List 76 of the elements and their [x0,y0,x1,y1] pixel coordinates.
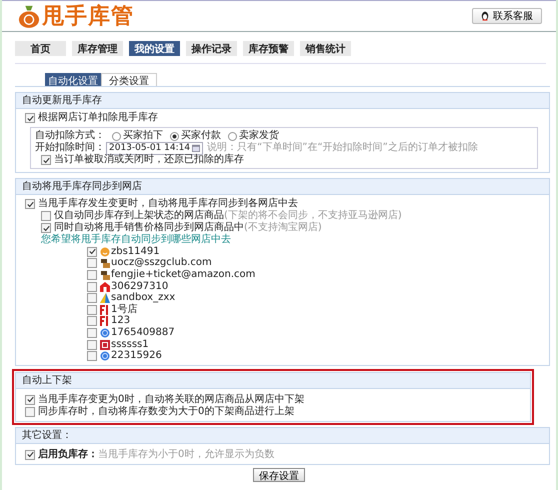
radio-button[interactable] [228,132,237,140]
globe-icon [100,328,110,338]
option-label: 启用负库存： [38,448,98,461]
checkbox[interactable] [25,199,35,209]
nav-tab[interactable]: 销售统计 [300,41,351,56]
shop-name: uocz@sszgclub.com [111,257,212,269]
option-label: 当甩手库存发生变更时，自动将甩手库存同步到各网店中去 [38,198,298,210]
checkbox[interactable] [41,211,51,221]
logo-icon [100,304,110,315]
save-button[interactable]: 保存设置 [253,468,305,482]
hint-text: 说明：只有“下单时间”在“开始扣除时间”之后的订单才被扣除 [207,142,478,154]
nav-tab[interactable]: 库存管理 [72,41,123,56]
shop-name: ssssss1 [111,338,149,350]
shop-name: 306297310 [111,280,168,292]
section-header: 自动更新甩手库存 [16,93,549,109]
field-label: 开始扣除时间： [35,142,105,154]
prompt-text: 您希望将甩手库存自动同步到哪些网店中去 [41,234,231,246]
option-label: 当订单被取消或关闭时，还原已扣除的库存 [54,154,244,166]
checkbox[interactable] [87,246,97,257]
shop-name: zbs11491 [111,246,160,257]
date-field[interactable]: 2013-05-01 14:14 [106,142,204,154]
checkbox[interactable] [87,270,97,280]
nav-tab[interactable]: 我的设置 [129,41,180,56]
shop-name: 123 [111,315,130,328]
checkbox[interactable] [41,155,51,165]
app-title: 甩手库管 [42,2,134,31]
nav-tab[interactable]: 库存预警 [243,41,294,56]
checkbox[interactable] [87,293,97,304]
nav-tab[interactable]: 操作记录 [186,41,237,56]
checkbox[interactable] [87,258,97,268]
money-bag-icon [18,3,40,29]
checkbox[interactable] [87,328,97,338]
shop-name: 22315926 [111,350,162,362]
shop-icon [100,340,110,350]
checkbox[interactable] [87,340,97,350]
option-label: 根据网店订单扣除甩手库存 [38,112,158,124]
shop-name: fengjie+ticket@amazon.com [111,268,256,281]
radio-label: 买家付款 [181,130,221,142]
checkbox[interactable] [25,450,35,460]
shop-name: sandbox_zxx [111,292,176,304]
radio-button[interactable] [170,132,179,140]
hint-text: (不支持淘宝网店) [244,222,322,234]
radio-button[interactable] [112,132,121,140]
hint-text: 当甩手库存为小于0时，允许显示为负数 [98,448,274,461]
penguin-icon [481,11,489,21]
option-label: 仅自动同步库存到上架状态的网店商品 [54,210,224,222]
checkbox[interactable] [25,113,35,123]
smiley-icon [100,246,110,257]
logo-icon [100,316,110,326]
option-label: 同步库存时，自动将库存数变为大于0的下架商品进行上架 [38,406,294,418]
contact-button[interactable]: 联系客服 [472,8,542,24]
checkbox[interactable] [87,316,97,326]
shop-name: 1号店 [111,304,138,316]
hint-text: (下架的将不会同步，不支持亚马逊网店) [224,210,402,222]
checkbox[interactable] [87,351,97,362]
section-header: 自动将甩手库存同步到网店 [16,179,549,195]
section-header: 其它设置： [16,428,549,444]
checkbox[interactable] [87,304,97,315]
radio-label: 卖家发货 [239,130,279,142]
checkbox[interactable] [87,282,97,292]
section-header: 自动上下架 [16,372,530,389]
triangle-icon [100,293,110,304]
field-label: 自动扣除方式： [35,130,105,142]
calendar-icon [192,144,200,152]
house-icon [100,282,110,292]
option-label: 同时自动将甩手销售价格同步到网店商品中 [54,222,244,234]
sub-tab[interactable]: 分类设置 [101,73,157,86]
shop-name: 1765409887 [111,326,175,339]
checkbox[interactable] [41,223,51,233]
globe-icon [100,351,110,362]
option-label: 当甩手库存变更为0时，自动将关联的网店商品从网店中下架 [38,394,304,406]
radio-label: 买家拍下 [123,130,163,142]
nav-tab[interactable]: 首页 [15,41,66,56]
checkbox[interactable] [25,394,35,405]
sub-tab[interactable]: 自动化设置 [45,73,101,86]
checkbox[interactable] [25,406,35,417]
